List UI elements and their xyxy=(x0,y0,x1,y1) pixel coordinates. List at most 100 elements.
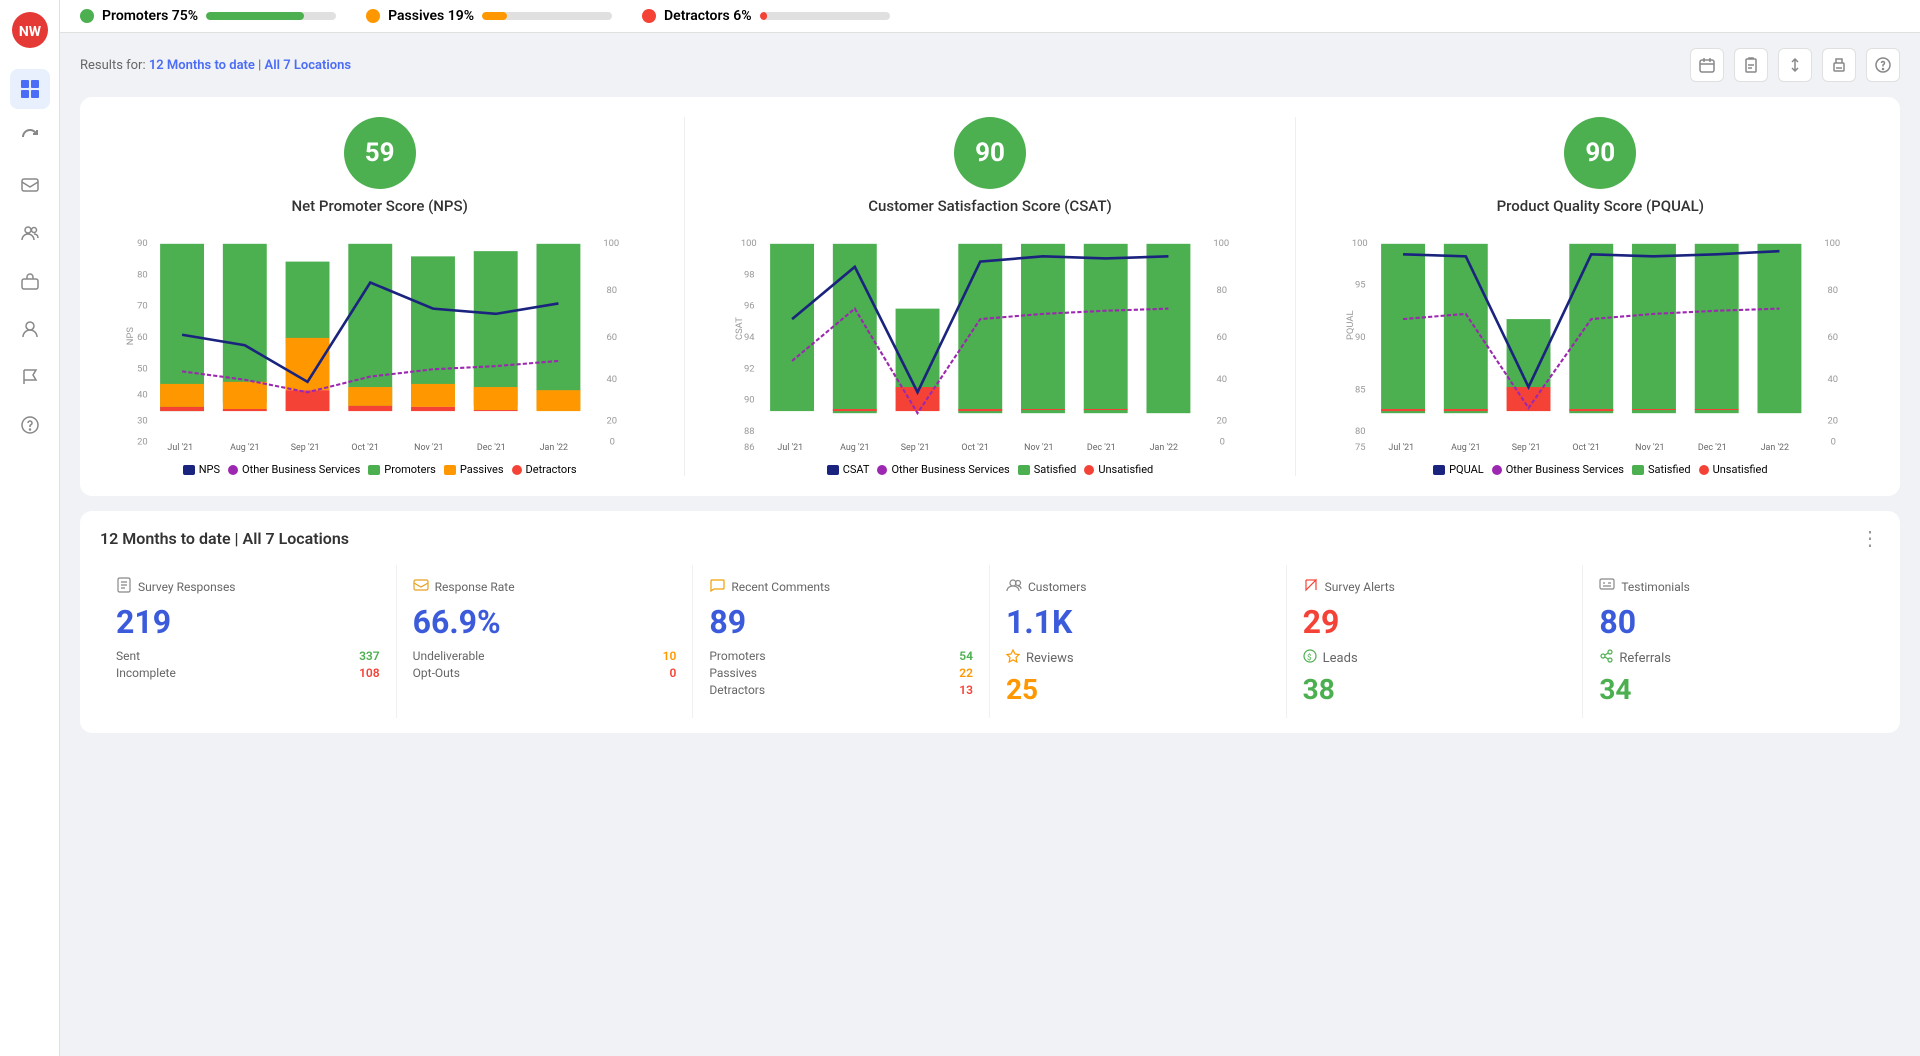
svg-text:100: 100 xyxy=(741,238,757,249)
svg-text:Jul '21: Jul '21 xyxy=(167,443,193,453)
svg-text:40: 40 xyxy=(1217,374,1228,385)
nps-chart-area: 90 80 70 60 50 40 30 20 NPS 100 80 60 xyxy=(100,225,659,455)
chart-divider-2 xyxy=(1295,117,1296,476)
csat-legend-unsatisfied: Unsatisfied xyxy=(1084,463,1153,476)
sidebar-item-help[interactable] xyxy=(10,405,50,445)
pqual-legend-obs: Other Business Services xyxy=(1492,463,1624,476)
nps-score-badge: 59 xyxy=(344,117,416,189)
svg-text:100: 100 xyxy=(1352,238,1368,249)
svg-text:Sep '21: Sep '21 xyxy=(901,443,930,453)
results-locations: All 7 Locations xyxy=(265,58,352,73)
csat-score: 90 xyxy=(975,138,1005,168)
pqual-legend-unsatisfied: Unsatisfied xyxy=(1699,463,1768,476)
response-rate-icon xyxy=(413,577,429,597)
response-rate-undeliverable-value: 10 xyxy=(663,649,677,663)
referrals-value: 34 xyxy=(1599,673,1864,706)
svg-text:90: 90 xyxy=(1355,332,1366,343)
comments-detractors-value: 13 xyxy=(959,683,973,697)
svg-text:20: 20 xyxy=(137,437,148,448)
recent-comments-header: Recent Comments xyxy=(709,577,973,597)
sort-button[interactable] xyxy=(1778,48,1812,82)
clipboard-button[interactable] xyxy=(1734,48,1768,82)
sidebar-item-dashboard[interactable] xyxy=(10,69,50,109)
chart-divider-1 xyxy=(684,117,685,476)
passives-progress-bar xyxy=(482,12,612,20)
help-button[interactable] xyxy=(1866,48,1900,82)
customers-label: Customers xyxy=(1028,580,1086,594)
svg-text:60: 60 xyxy=(1217,332,1228,343)
nps-bar-detractors-jul xyxy=(160,407,204,411)
results-bar: Results for: 12 Months to date | All 7 L… xyxy=(80,48,1900,82)
comments-promoters-value: 54 xyxy=(959,649,973,663)
nps-legend-nps: NPS xyxy=(183,463,220,476)
print-button[interactable] xyxy=(1822,48,1856,82)
svg-text:Jul '21: Jul '21 xyxy=(778,443,804,453)
stats-more-button[interactable]: ⋮ xyxy=(1860,526,1880,550)
nps-legend-obs: Other Business Services xyxy=(228,463,360,476)
main-content: Promoters 75% Passives 19% Detractors 6%… xyxy=(60,0,1920,1056)
csat-legend-satisfied: Satisfied xyxy=(1018,463,1077,476)
sidebar: NW xyxy=(0,0,60,1056)
svg-text:Aug '21: Aug '21 xyxy=(1451,443,1480,453)
detractors-progress-fill xyxy=(760,12,768,20)
survey-responses-sent-value: 337 xyxy=(359,649,380,663)
sidebar-item-briefcase[interactable] xyxy=(10,261,50,301)
reviews-label: Reviews xyxy=(1026,651,1074,666)
svg-text:Jan '22: Jan '22 xyxy=(540,443,568,453)
survey-responses-incomplete-value: 108 xyxy=(359,666,380,680)
passives-dot xyxy=(366,9,380,23)
svg-text:$: $ xyxy=(1307,653,1312,662)
svg-text:30: 30 xyxy=(137,416,148,427)
svg-text:92: 92 xyxy=(744,363,755,374)
csat-svg: 100 98 96 94 92 90 88 86 CSAT 100 80 60 … xyxy=(710,225,1269,455)
svg-text:Jul '21: Jul '21 xyxy=(1388,443,1414,453)
sidebar-item-person[interactable] xyxy=(10,309,50,349)
survey-alerts-value: 29 xyxy=(1303,603,1567,641)
svg-text:PQUAL: PQUAL xyxy=(1345,310,1356,340)
svg-text:Nov '21: Nov '21 xyxy=(1635,443,1664,453)
svg-text:60: 60 xyxy=(137,332,148,343)
comments-passives: Passives 22 xyxy=(709,666,973,680)
nps-chart-panel: 59 Net Promoter Score (NPS) 90 80 70 60 … xyxy=(100,117,659,476)
referrals-header: Referrals xyxy=(1599,649,1864,667)
nps-legend-nps-color xyxy=(183,465,195,475)
referrals-icon xyxy=(1599,649,1613,667)
svg-text:Sep '21: Sep '21 xyxy=(291,443,320,453)
recent-comments-card: Recent Comments 89 Promoters 54 Passives… xyxy=(693,565,990,718)
customers-card: Customers 1.1K Reviews 25 xyxy=(990,565,1287,718)
svg-text:80: 80 xyxy=(1355,426,1366,437)
sidebar-item-groups[interactable] xyxy=(10,213,50,253)
response-rate-header: Response Rate xyxy=(413,577,677,597)
svg-text:95: 95 xyxy=(1355,280,1366,291)
comments-detractors: Detractors 13 xyxy=(709,683,973,697)
sidebar-item-flag[interactable] xyxy=(10,357,50,397)
svg-text:Dec '21: Dec '21 xyxy=(1087,443,1116,453)
nps-legend-passives-color xyxy=(444,465,456,475)
svg-text:Jan '22: Jan '22 xyxy=(1760,443,1788,453)
sidebar-item-messages[interactable] xyxy=(10,165,50,205)
calendar-button[interactable] xyxy=(1690,48,1724,82)
nps-bar-passives-jul xyxy=(160,384,204,407)
recent-comments-label: Recent Comments xyxy=(731,580,830,594)
svg-text:NW: NW xyxy=(18,24,41,40)
svg-text:80: 80 xyxy=(137,269,148,280)
svg-text:Oct '21: Oct '21 xyxy=(962,443,989,453)
detractors-progress-bar xyxy=(760,12,890,20)
customers-value: 1.1K xyxy=(1006,603,1270,641)
passives-indicator: Passives 19% xyxy=(366,8,612,24)
sidebar-item-refresh[interactable] xyxy=(10,117,50,157)
pqual-legend-pqual: PQUAL xyxy=(1433,463,1484,476)
svg-text:Sep '21: Sep '21 xyxy=(1511,443,1540,453)
survey-responses-header: Survey Responses xyxy=(116,577,380,597)
testimonials-value: 80 xyxy=(1599,603,1864,641)
survey-responses-sent: Sent 337 xyxy=(116,649,380,663)
svg-text:Dec '21: Dec '21 xyxy=(1698,443,1727,453)
svg-text:NPS: NPS xyxy=(125,327,136,346)
survey-alerts-icon xyxy=(1303,577,1319,597)
pqual-chart-panel: 90 Product Quality Score (PQUAL) 100 95 … xyxy=(1321,117,1880,476)
recent-comments-icon xyxy=(709,577,725,597)
svg-text:0: 0 xyxy=(1830,437,1835,448)
svg-text:Nov '21: Nov '21 xyxy=(414,443,443,453)
app-logo[interactable]: NW xyxy=(10,10,50,50)
stats-grid: Survey Responses 219 Sent 337 Incomplete… xyxy=(100,565,1880,718)
